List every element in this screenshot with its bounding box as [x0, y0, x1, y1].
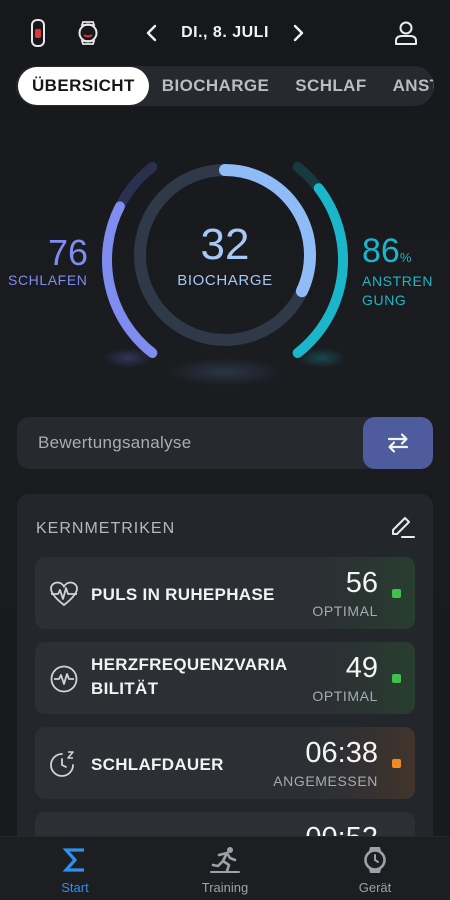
metric-resting-pulse[interactable]: PULS IN RUHEPHASE 56 OPTIMAL — [35, 557, 415, 629]
metric-name: HERZFREQUENZVARIA BILITÄT — [91, 655, 287, 698]
watch-device-icon — [360, 845, 390, 875]
tab-bar: ÜBERSICHT BIOCHARGE SCHLAF ANSTR — [16, 66, 434, 106]
nav-device[interactable]: Gerät — [300, 837, 450, 900]
chevron-right-icon[interactable] — [286, 21, 310, 45]
tab-strain[interactable]: ANSTR — [380, 66, 434, 106]
metric-value: 56 — [345, 567, 378, 599]
strain-value: 86% — [362, 232, 411, 271]
pulse-wave-icon — [49, 579, 79, 609]
biocharge-gauge[interactable]: 76 SCHLAFEN 32 BIOCHARGE 86% ANSTREN GUN… — [0, 150, 450, 410]
metric-sleep-duration[interactable]: SCHLAFDAUER 06:38 ANGEMESSEN — [35, 727, 415, 799]
nav-label: Training — [201, 880, 249, 895]
rating-analysis-label: Bewertungsanalyse — [38, 433, 192, 452]
nav-label: Gerät — [358, 880, 392, 895]
strain-unit: % — [399, 250, 412, 265]
metric-status: OPTIMAL — [312, 603, 378, 619]
tab-sleep[interactable]: SCHLAF — [282, 66, 379, 106]
sleep-clock-icon — [49, 749, 79, 779]
running-figure-icon — [210, 845, 240, 875]
date-navigator: DI., 8. JULI — [140, 16, 310, 50]
swap-button[interactable] — [363, 417, 433, 469]
metric-status: OPTIMAL — [312, 688, 378, 704]
nav-training[interactable]: Training — [150, 837, 300, 900]
strain-label: ANSTREN GUNG — [362, 273, 434, 308]
edit-pencil-icon[interactable] — [389, 514, 415, 540]
core-metrics-title: KERNMETRIKEN — [36, 520, 176, 537]
metric-name: SCHLAFDAUER — [91, 755, 224, 774]
top-bar: DI., 8. JULI — [0, 0, 450, 66]
metric-hrv[interactable]: HERZFREQUENZVARIA BILITÄT 49 OPTIMAL — [35, 642, 415, 714]
profile-icon[interactable] — [391, 18, 421, 48]
status-indicator — [392, 589, 401, 598]
wearable-band-icon[interactable] — [23, 18, 53, 48]
status-indicator — [392, 759, 401, 768]
bottom-navigation: Start Training Gerät — [0, 836, 450, 900]
current-date[interactable]: DI., 8. JULI — [181, 24, 269, 42]
tab-overview[interactable]: ÜBERSICHT — [18, 67, 149, 105]
swap-arrows-icon — [387, 433, 409, 453]
metric-name: PULS IN RUHEPHASE — [91, 585, 275, 604]
strain-number: 86 — [362, 232, 400, 270]
metric-value: 49 — [345, 652, 378, 684]
core-metrics-panel: KERNMETRIKEN PULS IN RUHEPHASE 56 OPTIMA… — [17, 494, 433, 854]
watch-icon[interactable] — [73, 18, 103, 48]
nav-start[interactable]: Start — [0, 837, 150, 900]
chevron-left-icon[interactable] — [140, 21, 164, 45]
metric-value: 06:38 — [305, 737, 378, 769]
nav-label: Start — [61, 880, 89, 895]
metric-status: ANGEMESSEN — [273, 773, 378, 789]
rating-analysis-bar[interactable]: Bewertungsanalyse — [17, 417, 433, 469]
status-indicator — [392, 674, 401, 683]
tab-biocharge[interactable]: BIOCHARGE — [149, 66, 283, 106]
heart-rate-variability-icon — [49, 664, 79, 694]
sigma-icon — [60, 845, 90, 875]
